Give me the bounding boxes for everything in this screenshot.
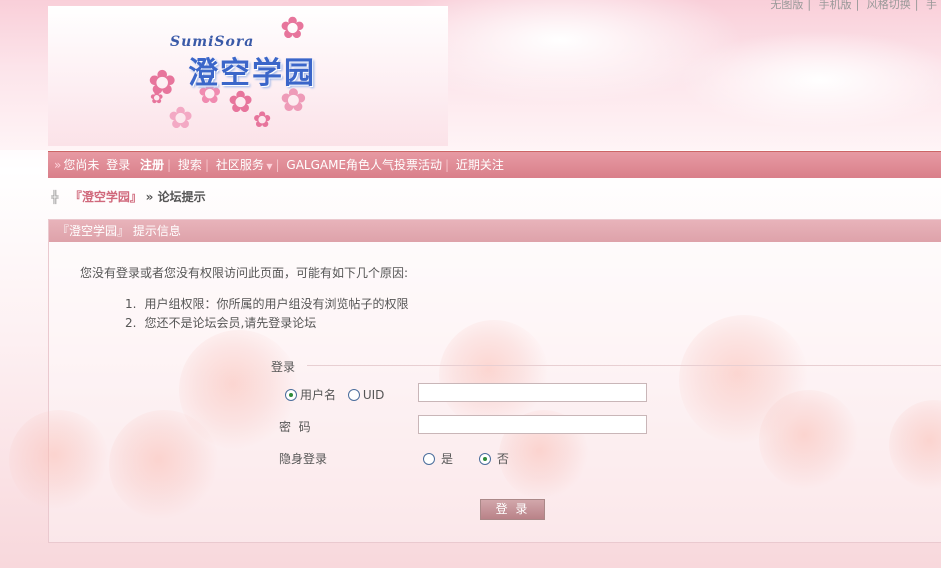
top-link-lite[interactable]: 无图版 [770,0,803,11]
login-legend: 登录 [271,360,296,374]
sakura-flower-icon: ✿ [280,11,306,46]
reason-number: 2. [125,316,137,330]
menu-login[interactable]: 登录 [106,158,130,172]
username-radio[interactable] [285,389,297,401]
sakura-flower-icon: ✿ [228,85,254,120]
menu-register[interactable]: 注册 [140,158,164,172]
hidden-yes-radio[interactable] [423,453,435,465]
caret-down-icon: ▼ [263,162,273,171]
sakura-flower-icon: ✿ [168,101,194,136]
breadcrumb: ╬ 『澄空学园』 » 论坛提示 [48,188,206,205]
reason-list: 1. 用户组权限：你所属的用户组没有浏览帖子的权限 2. 您还不是论坛会员,请先登录… [125,295,408,333]
top-link-style[interactable]: 风格切换 [867,0,911,11]
site-logo-banner[interactable]: ✿ ✿ ✿ ✿ ✿ ✿ ✿ ✿ SumiSora 澄空学园 [48,6,448,146]
main-menu-bar: » 您尚未 登录 注册 | 搜索 | 社区服务 ▼ | GALGAME角色人气投票活动 |… [48,151,941,178]
reason-text: 用户组权限：你所属的用户组没有浏览帖子的权限 [144,297,409,311]
fieldset-divider [307,365,941,366]
login-type-row: 用户名 UID [285,386,384,403]
list-item: 1. 用户组权限：你所属的用户组没有浏览帖子的权限 [125,295,408,314]
menu-community[interactable]: 社区服务 ▼ [216,158,273,172]
hidden-yes-label[interactable]: 是 [441,452,453,466]
menu-recent[interactable]: 近期关注 [456,158,504,172]
guest-prefix: 您尚未 [63,158,100,172]
top-link-mobile[interactable]: 手机版 [819,0,852,11]
uid-option-label[interactable]: UID [363,388,385,402]
login-fieldset: 登录 用户名 UID 密 码 隐身登录 是 否 登 录 [261,358,941,528]
panel-title: 『澄空学园』 提示信息 [49,220,941,242]
breadcrumb-current: » 论坛提示 [145,190,206,204]
reason-number: 1. [125,297,137,311]
menu-galgame-vote[interactable]: GALGAME角色人气投票活动 [286,158,442,172]
password-input[interactable] [418,415,647,434]
list-item: 2. 您还不是论坛会员,请先登录论坛 [125,314,408,333]
sakura-flower-icon: ✿ [150,88,164,107]
hidden-login-options: 是 否 [423,450,509,467]
hidden-login-label: 隐身登录 [279,452,328,466]
hidden-no-radio[interactable] [478,453,491,465]
menu-search[interactable]: 搜索 [178,158,202,172]
logo-chinese-text: 澄空学园 [188,56,316,91]
hidden-no-label[interactable]: 否 [497,452,509,466]
top-link-more[interactable]: 手 [926,0,937,11]
double-chevron-icon: » [54,158,62,172]
plus-home-icon[interactable]: ╬ [48,190,62,204]
password-label: 密 码 [279,420,311,434]
menu-community-label: 社区服务 [215,158,264,172]
top-links: 无图版 | 手机版 | 风格切换 | 手 [770,0,937,11]
username-option-label[interactable]: 用户名 [300,388,336,402]
username-input[interactable] [418,383,647,402]
permission-message: 您没有登录或者您没有权限访问此页面，可能有如下几个原因: [80,266,409,280]
breadcrumb-site-link[interactable]: 『澄空学园』 [70,190,142,204]
rose-decoration [9,410,109,510]
reason-text: 您还不是论坛会员,请先登录论坛 [144,316,317,330]
login-submit-button[interactable]: 登 录 [480,499,545,520]
uid-radio[interactable] [347,389,360,401]
notice-panel: 『澄空学园』 提示信息 您没有登录或者您没有权限访问此页面，可能有如下几个原因:… [9,219,941,543]
sakura-flower-icon: ✿ [253,108,272,133]
